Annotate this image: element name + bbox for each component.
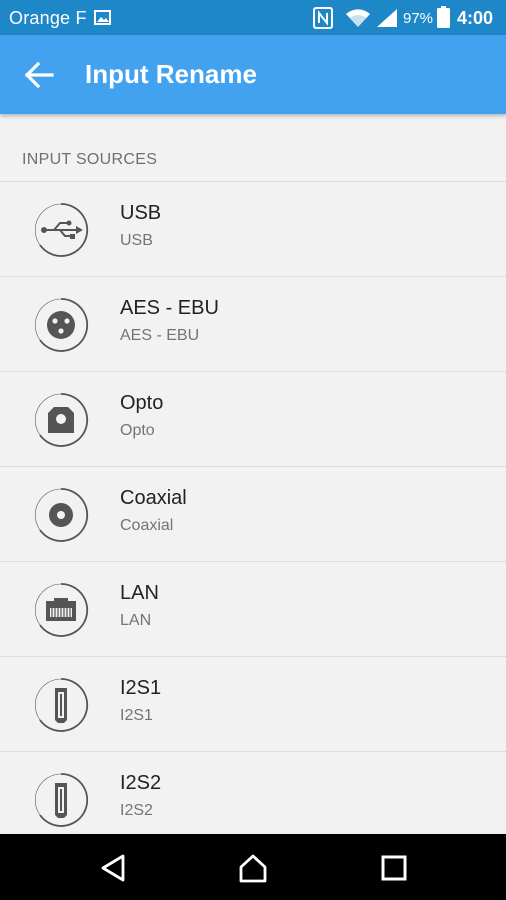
status-bar: Orange F 97% 4:00 <box>0 0 506 35</box>
page-title: Input Rename <box>85 59 257 89</box>
clock-time: 4:00 <box>457 8 494 28</box>
input-name: I2S1 <box>120 677 162 699</box>
usb-icon <box>34 203 89 257</box>
input-name: Opto <box>120 392 164 414</box>
back-triangle-icon[interactable] <box>97 852 129 884</box>
input-subtitle: Coaxial <box>120 517 174 534</box>
input-name: LAN <box>120 582 159 604</box>
hdmi-icon <box>34 773 89 827</box>
input-name: I2S2 <box>120 772 162 794</box>
signal-icon <box>377 9 397 27</box>
home-icon[interactable] <box>237 852 269 884</box>
input-row-opto[interactable]: Opto Opto <box>0 371 506 466</box>
input-row-lan[interactable]: LAN LAN <box>0 561 506 656</box>
input-subtitle: LAN <box>120 612 152 629</box>
wifi-icon <box>346 9 370 27</box>
battery-percent: 97% <box>403 10 434 27</box>
carrier-name: Orange F <box>9 8 87 28</box>
hdmi-icon <box>34 678 89 732</box>
input-subtitle: Opto <box>120 422 155 439</box>
arrow-left-icon[interactable] <box>24 61 54 89</box>
input-row-usb[interactable]: USB USB <box>0 181 506 276</box>
input-row-coaxial[interactable]: Coaxial Coaxial <box>0 466 506 561</box>
coaxial-icon <box>34 488 89 542</box>
ethernet-icon <box>34 583 89 637</box>
app-bar: Input Rename <box>0 35 506 114</box>
input-name: USB <box>120 202 162 224</box>
input-subtitle: I2S1 <box>120 707 153 724</box>
input-name: AES - EBU <box>120 297 219 319</box>
optical-icon <box>34 393 89 447</box>
input-name: Coaxial <box>120 487 187 509</box>
image-icon <box>94 10 111 25</box>
nfc-icon <box>313 7 333 29</box>
input-row-i2s2[interactable]: I2S2 I2S2 <box>0 751 506 846</box>
recents-icon[interactable] <box>378 852 410 884</box>
input-row-i2s1[interactable]: I2S1 I2S1 <box>0 656 506 751</box>
input-subtitle: AES - EBU <box>120 327 200 344</box>
xlr-icon <box>34 298 89 352</box>
input-subtitle: USB <box>120 232 153 249</box>
battery-icon <box>437 6 450 28</box>
section-header: INPUT SOURCES <box>22 151 158 168</box>
navigation-bar <box>0 834 506 900</box>
input-sources-list: USB USB AES - EBU AES - EBU Opto Opto Co… <box>0 181 506 846</box>
input-row-aes-ebu[interactable]: AES - EBU AES - EBU <box>0 276 506 371</box>
input-subtitle: I2S2 <box>120 802 153 819</box>
